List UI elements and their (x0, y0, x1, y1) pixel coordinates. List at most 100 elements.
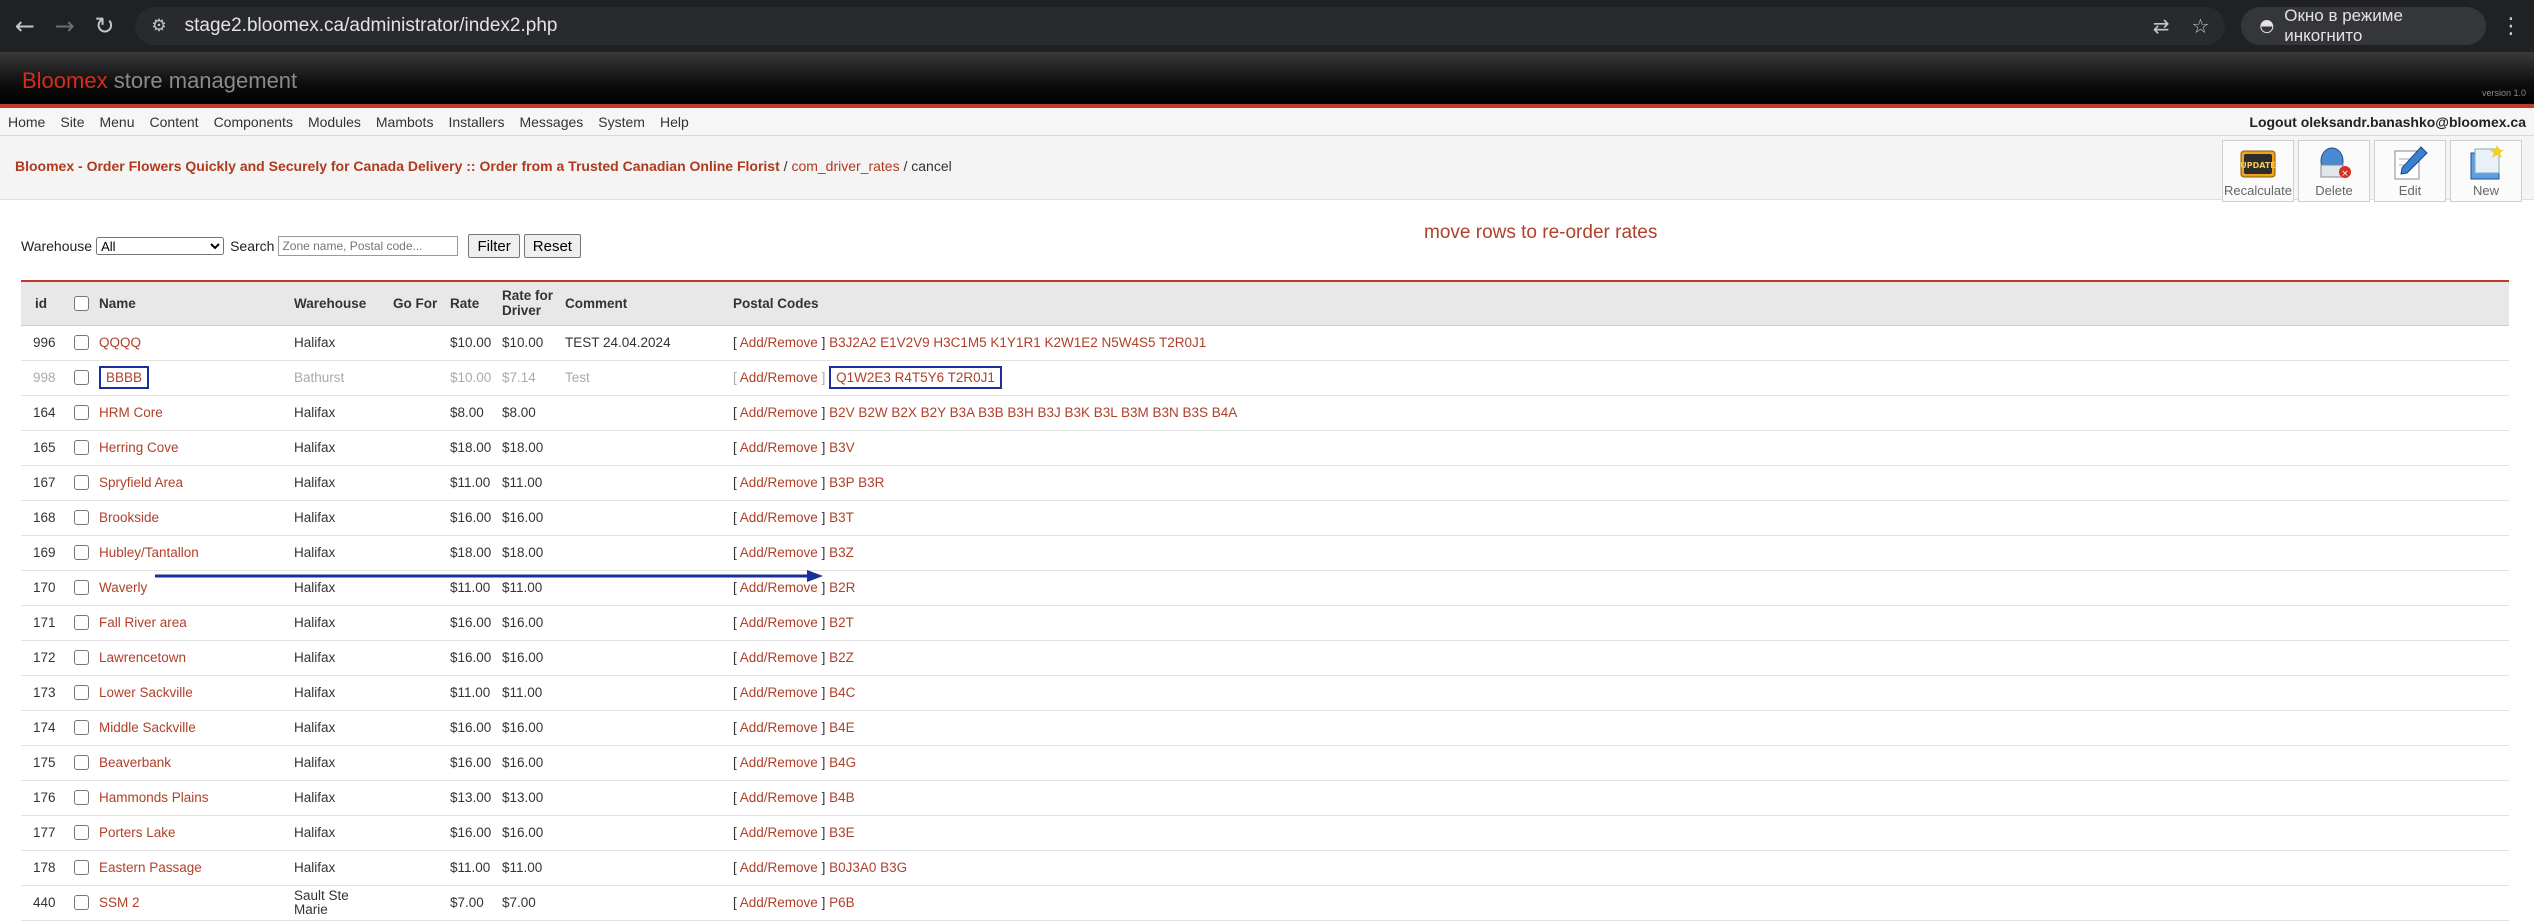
row-checkbox[interactable] (74, 370, 89, 386)
row-name-link[interactable]: Beaverbank (99, 755, 171, 770)
menu-site[interactable]: Site (60, 114, 84, 130)
address-bar[interactable]: ⚙ stage2.bloomex.ca/administrator/index2… (135, 7, 2226, 45)
add-remove-link[interactable]: Add/Remove (740, 755, 818, 770)
forward-arrow-icon[interactable]: → (52, 12, 78, 40)
add-remove-link[interactable]: Add/Remove (740, 790, 818, 805)
add-remove-link[interactable]: Add/Remove (740, 895, 818, 910)
row-name-link[interactable]: HRM Core (99, 405, 163, 420)
table-row[interactable]: 173 Lower Sackville Halifax $11.00 $11.00 [ A… (21, 675, 2509, 711)
add-remove-link[interactable]: Add/Remove (740, 615, 818, 630)
bookmark-star-icon[interactable]: ☆ (2191, 14, 2209, 38)
add-remove-link[interactable]: Add/Remove (740, 685, 818, 700)
add-remove-link[interactable]: Add/Remove (740, 370, 818, 385)
row-name-link[interactable]: Lawrencetown (99, 650, 186, 665)
table-row[interactable]: 169 Hubley/Tantallon Halifax $18.00 $18.00 [ … (21, 535, 2509, 571)
row-checkbox[interactable] (74, 545, 89, 561)
row-checkbox[interactable] (74, 790, 89, 806)
menu-installers[interactable]: Installers (448, 114, 504, 130)
translate-icon[interactable]: ⇄ (2153, 14, 2170, 38)
menu-home[interactable]: Home (8, 114, 45, 130)
url-text[interactable]: stage2.bloomex.ca/administrator/index2.p… (185, 15, 2131, 37)
col-rate-driver[interactable]: Rate for Driver (498, 281, 561, 326)
row-name-link[interactable]: Eastern Passage (99, 860, 202, 875)
row-checkbox[interactable] (74, 650, 89, 666)
table-row[interactable]: 164 HRM Core Halifax $8.00 $8.00 [ Add/Remove… (21, 395, 2509, 431)
table-row[interactable]: 175 Beaverbank Halifax $16.00 $16.00 [ Add/Re… (21, 745, 2509, 781)
row-checkbox[interactable] (74, 860, 89, 876)
row-name-link[interactable]: Fall River area (99, 615, 187, 630)
table-row[interactable]: 998 BBBB Bathurst $10.00 $7.14 Test[ Add/Remo… (21, 360, 2509, 396)
incognito-badge[interactable]: ◓ Окно в режиме инкогнито (2241, 6, 2486, 45)
site-settings-icon[interactable]: ⚙ (151, 16, 166, 36)
col-warehouse[interactable]: Warehouse (290, 281, 389, 326)
row-name-link[interactable]: Hubley/Tantallon (99, 545, 199, 560)
row-checkbox[interactable] (74, 405, 89, 421)
table-row[interactable]: 171 Fall River area Halifax $16.00 $16.00 [ A… (21, 605, 2509, 641)
add-remove-link[interactable]: Add/Remove (740, 440, 818, 455)
browser-menu-icon[interactable]: ⋮ (2500, 14, 2522, 39)
table-row[interactable]: 176 Hammonds Plains Halifax $13.00 $13.00 [ A… (21, 780, 2509, 816)
add-remove-link[interactable]: Add/Remove (740, 510, 818, 525)
menu-content[interactable]: Content (150, 114, 199, 130)
row-checkbox[interactable] (74, 335, 89, 351)
row-name-link[interactable]: Herring Cove (99, 440, 179, 455)
col-comment[interactable]: Comment (561, 281, 729, 326)
breadcrumb-component[interactable]: com_driver_rates (791, 158, 899, 174)
row-name-link[interactable]: Waverly (99, 580, 147, 595)
add-remove-link[interactable]: Add/Remove (740, 860, 818, 875)
row-name-link[interactable]: Hammonds Plains (99, 790, 209, 805)
row-name-link[interactable]: Lower Sackville (99, 685, 193, 700)
row-name-link[interactable]: Middle Sackville (99, 720, 196, 735)
add-remove-link[interactable]: Add/Remove (740, 335, 818, 350)
table-row[interactable]: 172 Lawrencetown Halifax $16.00 $16.00 [ Add/… (21, 640, 2509, 676)
menu-system[interactable]: System (598, 114, 645, 130)
edit-button[interactable]: Edit (2374, 140, 2446, 202)
filter-button[interactable]: Filter (468, 234, 520, 258)
table-row[interactable]: 178 Eastern Passage Halifax $11.00 $11.00 [ A… (21, 850, 2509, 886)
search-input[interactable] (278, 236, 459, 256)
logout-link[interactable]: Logout oleksandr.banashko@bloomex.ca (2249, 114, 2526, 130)
row-checkbox[interactable] (74, 825, 89, 841)
warehouse-select[interactable]: All (96, 237, 225, 255)
add-remove-link[interactable]: Add/Remove (740, 475, 818, 490)
row-name-link[interactable]: Porters Lake (99, 825, 176, 840)
menu-menu[interactable]: Menu (99, 114, 134, 130)
table-row[interactable]: 167 Spryfield Area Halifax $11.00 $11.00 [ Ad… (21, 465, 2509, 501)
row-checkbox[interactable] (74, 510, 89, 526)
col-rate[interactable]: Rate (446, 281, 498, 326)
row-checkbox[interactable] (74, 440, 89, 456)
recalculate-button[interactable]: UPDATE Recalculate (2222, 140, 2294, 202)
table-row[interactable]: 177 Porters Lake Halifax $16.00 $16.00 [ Add/… (21, 815, 2509, 851)
add-remove-link[interactable]: Add/Remove (740, 720, 818, 735)
add-remove-link[interactable]: Add/Remove (740, 580, 818, 595)
row-checkbox[interactable] (74, 720, 89, 736)
delete-button[interactable]: × Delete (2298, 140, 2370, 202)
table-row[interactable]: 168 Brookside Halifax $16.00 $16.00 [ Add/Rem… (21, 500, 2509, 536)
add-remove-link[interactable]: Add/Remove (740, 545, 818, 560)
back-arrow-icon[interactable]: ← (12, 12, 38, 40)
row-checkbox[interactable] (74, 895, 89, 911)
add-remove-link[interactable]: Add/Remove (740, 825, 818, 840)
col-id[interactable]: id (21, 281, 70, 326)
add-remove-link[interactable]: Add/Remove (740, 650, 818, 665)
col-postal-codes[interactable]: Postal Codes (729, 281, 2509, 326)
row-name-link[interactable]: BBBB (99, 366, 150, 389)
table-row[interactable]: 165 Herring Cove Halifax $18.00 $18.00 [ Add/… (21, 430, 2509, 466)
table-row[interactable]: 174 Middle Sackville Halifax $16.00 $16.00 [ … (21, 710, 2509, 746)
menu-help[interactable]: Help (660, 114, 689, 130)
menu-components[interactable]: Components (214, 114, 293, 130)
row-checkbox[interactable] (74, 685, 89, 701)
menu-modules[interactable]: Modules (308, 114, 361, 130)
select-all-checkbox[interactable] (74, 296, 89, 312)
table-row[interactable]: 996 QQQQ Halifax $10.00 $10.00 TEST 24.04.202… (21, 325, 2509, 361)
menu-messages[interactable]: Messages (519, 114, 583, 130)
reload-icon[interactable]: ↻ (92, 12, 118, 40)
menu-mambots[interactable]: Mambots (376, 114, 434, 130)
add-remove-link[interactable]: Add/Remove (740, 405, 818, 420)
row-name-link[interactable]: Spryfield Area (99, 475, 183, 490)
row-name-link[interactable]: QQQQ (99, 335, 141, 350)
col-name[interactable]: Name (95, 281, 290, 326)
table-row[interactable]: 440 SSM 2 Sault Ste Marie $7.00 $7.00 [ Add/R… (21, 885, 2509, 921)
row-checkbox[interactable] (74, 580, 89, 596)
row-checkbox[interactable] (74, 475, 89, 491)
